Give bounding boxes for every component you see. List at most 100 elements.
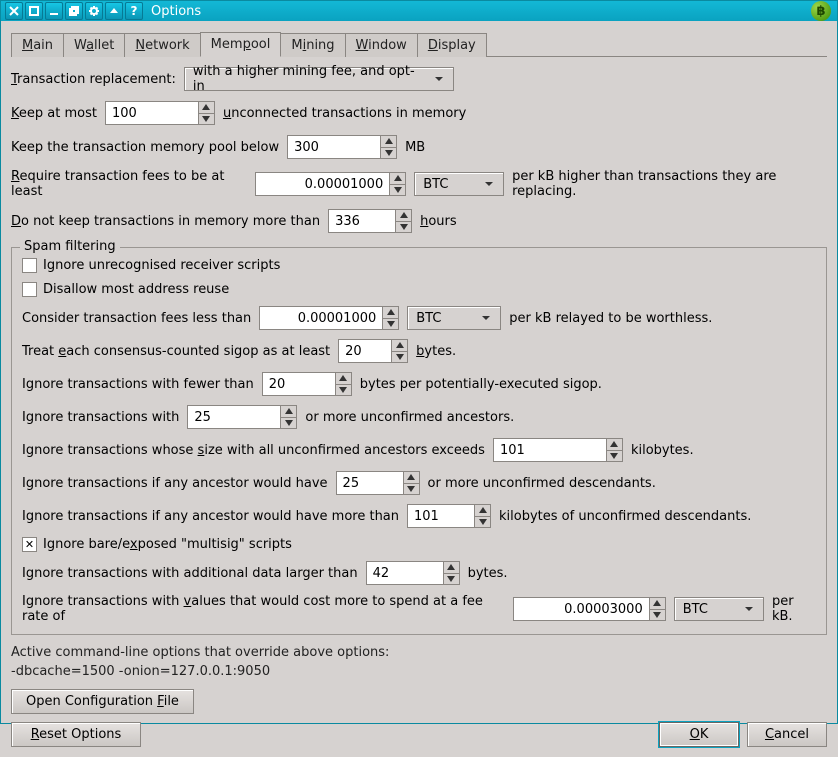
- spendcost-value[interactable]: 0.00003000: [514, 598, 648, 620]
- spin-up-icon[interactable]: [336, 373, 351, 385]
- feeless-label: Consider transaction fees less than: [22, 311, 251, 326]
- reqfee-unit-combo[interactable]: BTC: [414, 172, 504, 196]
- open-configuration-file-button[interactable]: Open Configuration File: [11, 689, 194, 714]
- spin-up-icon[interactable]: [383, 307, 398, 319]
- fewerthan-suffix: bytes per potentially-executed sigop.: [360, 377, 602, 392]
- ancestors-value[interactable]: 25: [188, 406, 280, 428]
- spin-up-icon[interactable]: [281, 406, 296, 418]
- spin-down-icon[interactable]: [381, 148, 396, 159]
- keepatmost-value[interactable]: 100: [106, 102, 198, 124]
- spin-up-icon[interactable]: [390, 173, 405, 185]
- desckb-spin[interactable]: 101: [407, 504, 491, 528]
- titlebar: ? Options ฿: [1, 1, 837, 21]
- spin-down-icon[interactable]: [383, 319, 398, 330]
- tab-panel-mempool: Transaction replacement: with a higher m…: [11, 67, 827, 635]
- spendcost-suffix: per kB.: [772, 594, 816, 624]
- reqfee-spin[interactable]: 0.00001000: [255, 172, 407, 196]
- addldata-spin[interactable]: 42: [366, 561, 460, 585]
- spin-down-icon[interactable]: [650, 610, 665, 621]
- keepatmost-suffix: unconnected transactions in memory: [223, 106, 466, 121]
- maximize-icon[interactable]: [25, 2, 43, 20]
- spin-down-icon[interactable]: [607, 451, 622, 462]
- poolbelow-spin[interactable]: 300: [287, 135, 397, 159]
- tab-network[interactable]: Network: [124, 33, 200, 57]
- cancel-button[interactable]: Cancel: [747, 722, 827, 747]
- addldata-label: Ignore transactions with additional data…: [22, 566, 358, 581]
- memhours-value[interactable]: 336: [329, 210, 395, 232]
- spin-up-icon[interactable]: [444, 562, 459, 574]
- reqfee-suffix: per kB higher than transactions they are…: [512, 169, 827, 199]
- feeless-spin[interactable]: 0.00001000: [259, 306, 399, 330]
- descendants-value[interactable]: 25: [337, 472, 403, 494]
- window-title: Options: [151, 4, 809, 19]
- sigop-suffix: bytes.: [416, 344, 456, 359]
- spendcost-spin[interactable]: 0.00003000: [513, 597, 665, 621]
- spin-down-icon[interactable]: [404, 484, 419, 495]
- feeless-suffix: per kB relayed to be worthless.: [509, 311, 712, 326]
- spin-down-icon[interactable]: [390, 185, 405, 196]
- disallow-reuse-check[interactable]: Disallow most address reuse: [22, 282, 816, 297]
- addldata-value[interactable]: 42: [367, 562, 443, 584]
- spam-filtering-group: Spam filtering Ignore unrecognised recei…: [11, 247, 827, 635]
- restore-icon[interactable]: [65, 2, 83, 20]
- chevron-down-icon: [431, 71, 447, 87]
- spin-up-icon[interactable]: [199, 102, 214, 114]
- reset-options-button[interactable]: Reset Options: [11, 722, 141, 747]
- spam-legend: Spam filtering: [20, 239, 120, 254]
- close-icon[interactable]: [5, 2, 23, 20]
- minimize-icon[interactable]: [45, 2, 63, 20]
- tab-main[interactable]: Main: [11, 33, 64, 57]
- spin-down-icon[interactable]: [281, 418, 296, 429]
- txrepl-combo[interactable]: with a higher mining fee, and opt-in: [184, 67, 454, 91]
- ignore-unknown-scripts-check[interactable]: Ignore unrecognised receiver scripts: [22, 258, 816, 273]
- spin-up-icon[interactable]: [396, 210, 411, 222]
- spin-down-icon[interactable]: [392, 352, 407, 363]
- overrides-value: -dbcache=1500 -onion=127.0.0.1:9050: [11, 664, 827, 679]
- memhours-suffix: hours: [420, 214, 457, 229]
- ancestors-spin[interactable]: 25: [187, 405, 297, 429]
- options-window: ? Options ฿ Main Wallet Network Mempool …: [0, 0, 838, 724]
- memhours-spin[interactable]: 336: [328, 209, 412, 233]
- sigop-value[interactable]: 20: [339, 340, 391, 362]
- spin-up-icon[interactable]: [475, 505, 490, 517]
- spin-down-icon[interactable]: [396, 222, 411, 233]
- tab-window[interactable]: Window: [345, 33, 418, 57]
- desckb-value[interactable]: 101: [408, 505, 474, 527]
- keepatmost-spin[interactable]: 100: [105, 101, 215, 125]
- spin-down-icon[interactable]: [199, 114, 214, 125]
- memhours-label: Do not keep transactions in memory more …: [11, 214, 320, 229]
- tab-bar: Main Wallet Network Mempool Mining Windo…: [11, 31, 827, 57]
- descendants-suffix: or more unconfirmed descendants.: [428, 476, 656, 491]
- poolbelow-value[interactable]: 300: [288, 136, 380, 158]
- spin-up-icon[interactable]: [392, 340, 407, 352]
- feeless-value[interactable]: 0.00001000: [260, 307, 382, 329]
- tab-display[interactable]: Display: [417, 33, 487, 57]
- ok-button[interactable]: OK: [659, 722, 739, 747]
- tab-mempool[interactable]: Mempool: [200, 32, 282, 57]
- tab-mining[interactable]: Mining: [280, 33, 345, 57]
- spin-up-icon[interactable]: [607, 439, 622, 451]
- reqfee-value[interactable]: 0.00001000: [256, 173, 390, 195]
- spin-up-icon[interactable]: [381, 136, 396, 148]
- feeless-unit-combo[interactable]: BTC: [407, 306, 501, 330]
- spin-up-icon[interactable]: [650, 598, 665, 610]
- bare-multisig-check[interactable]: Ignore bare/exposed "multisig" scripts: [22, 537, 816, 552]
- sizeexceed-label: Ignore transactions whose size with all …: [22, 443, 485, 458]
- shade-icon[interactable]: [105, 2, 123, 20]
- spin-down-icon[interactable]: [444, 574, 459, 585]
- fewerthan-value[interactable]: 20: [263, 373, 335, 395]
- sizeexceed-spin[interactable]: 101: [493, 438, 623, 462]
- spin-up-icon[interactable]: [404, 472, 419, 484]
- tab-wallet[interactable]: Wallet: [63, 33, 125, 57]
- spendcost-unit-combo[interactable]: BTC: [674, 597, 764, 621]
- spin-down-icon[interactable]: [336, 385, 351, 396]
- descendants-spin[interactable]: 25: [336, 471, 420, 495]
- sizeexceed-value[interactable]: 101: [494, 439, 606, 461]
- sigop-spin[interactable]: 20: [338, 339, 408, 363]
- spin-down-icon[interactable]: [475, 517, 490, 528]
- help-icon[interactable]: ?: [125, 2, 143, 20]
- fewerthan-spin[interactable]: 20: [262, 372, 352, 396]
- settings-icon[interactable]: [85, 2, 103, 20]
- bare-multisig-label: Ignore bare/exposed "multisig" scripts: [43, 537, 292, 552]
- overrides-label: Active command-line options that overrid…: [11, 645, 827, 660]
